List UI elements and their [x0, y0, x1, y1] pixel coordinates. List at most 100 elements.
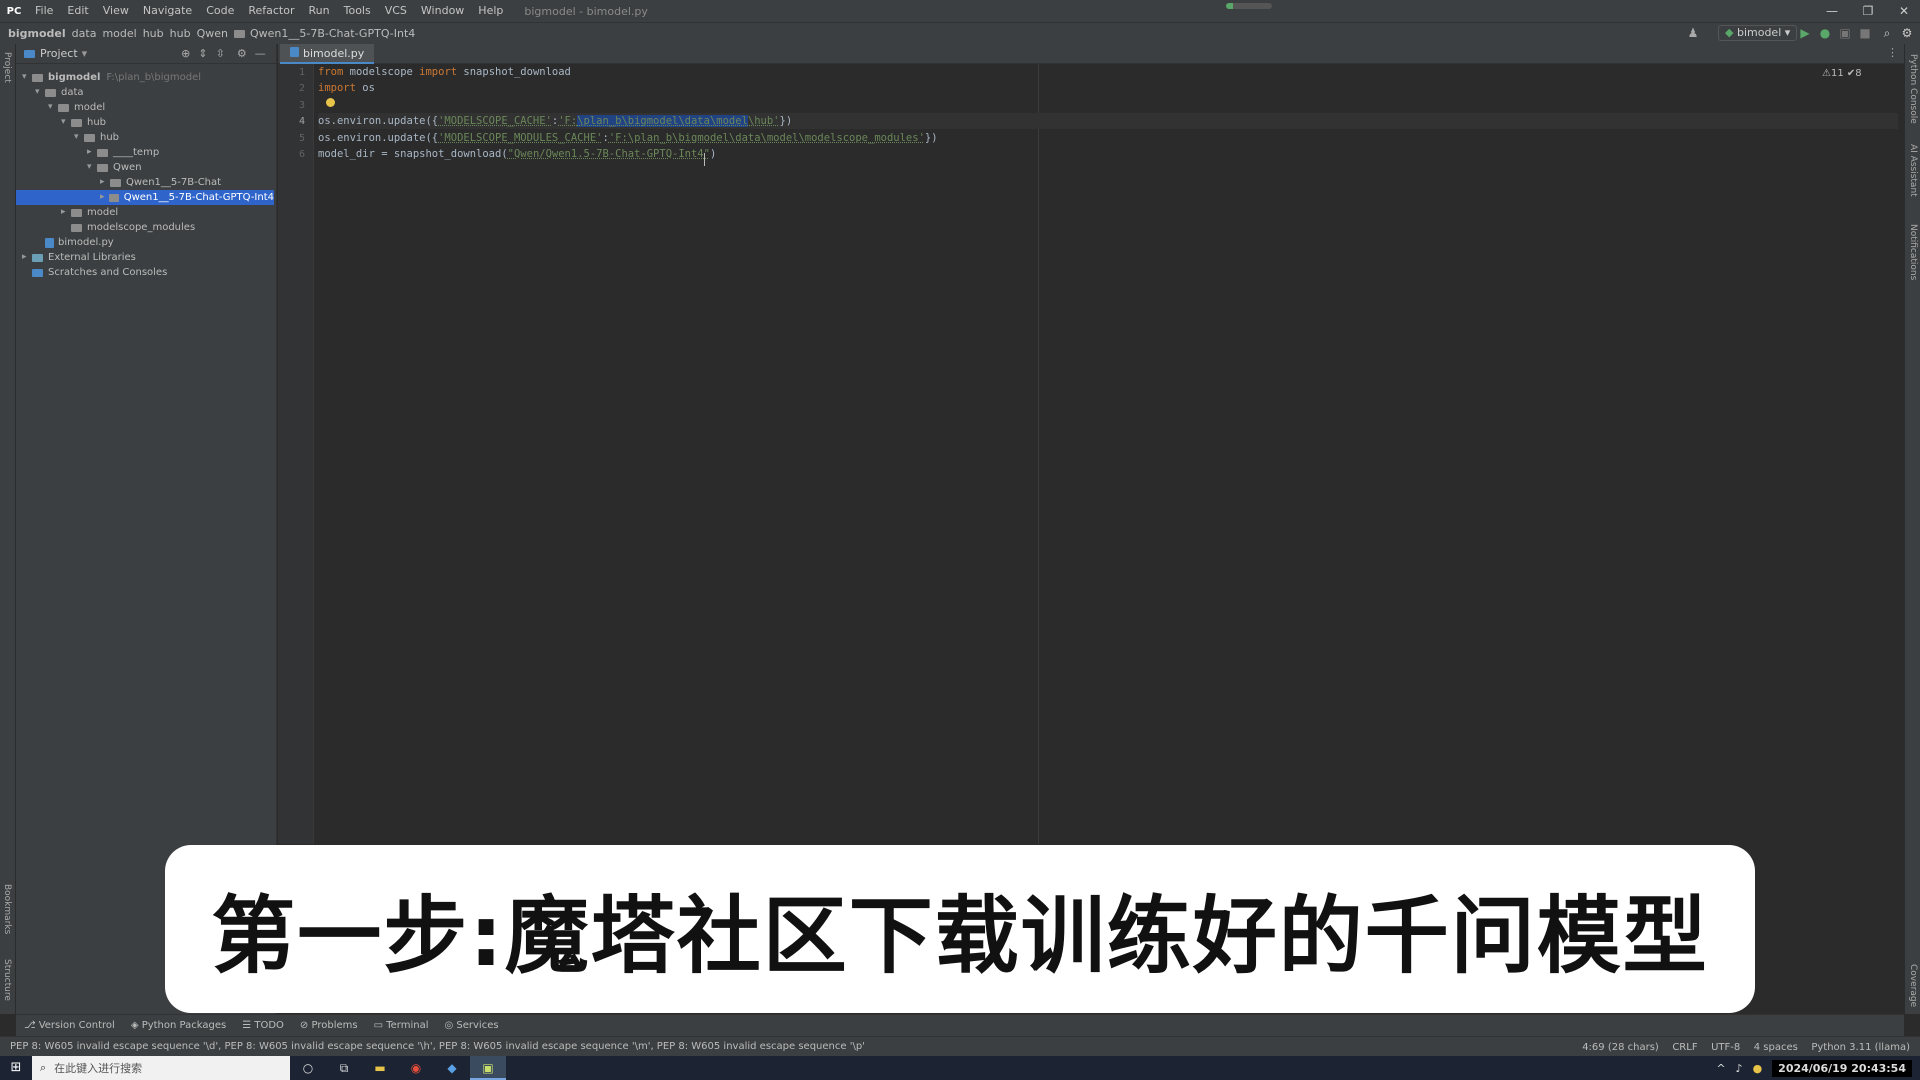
chevron-down-icon[interactable]: ▾: [48, 100, 58, 115]
menu-run[interactable]: Run: [302, 0, 337, 22]
breadcrumb-item[interactable]: hub: [170, 27, 191, 40]
microphone-icon[interactable]: ♪: [1736, 1062, 1743, 1075]
services-tab[interactable]: ◎ Services: [444, 1020, 498, 1031]
tree-item[interactable]: bimodel.py: [16, 235, 114, 250]
close-button[interactable]: ✕: [1886, 0, 1920, 22]
task-view-icon[interactable]: ⧉: [326, 1056, 362, 1080]
search-icon[interactable]: ⌕: [1878, 24, 1896, 42]
chevron-right-icon[interactable]: ▸: [100, 175, 110, 190]
menu-code[interactable]: Code: [199, 0, 241, 22]
app-icon[interactable]: ◆: [434, 1056, 470, 1080]
version-control-tab[interactable]: ⎇ Version Control: [24, 1020, 115, 1031]
caret-position[interactable]: 4:69 (28 chars): [1582, 1042, 1659, 1053]
chevron-down-icon[interactable]: ▾: [74, 130, 84, 145]
tree-item[interactable]: ▸ External Libraries: [16, 250, 136, 265]
menu-window[interactable]: Window: [414, 0, 471, 22]
chevron-down-icon[interactable]: ▾: [87, 160, 97, 175]
menu-navigate[interactable]: Navigate: [136, 0, 199, 22]
menu-view[interactable]: View: [96, 0, 136, 22]
minimize-button[interactable]: —: [1814, 0, 1850, 22]
editor-tab-bimodel[interactable]: bimodel.py: [280, 44, 375, 64]
tree-item[interactable]: ▾ data: [16, 85, 84, 100]
notifications-tool-button[interactable]: Notifications: [1908, 224, 1918, 280]
line-number: 5: [298, 133, 305, 144]
menu-file[interactable]: File: [28, 0, 60, 22]
background-task-progress[interactable]: [1226, 3, 1272, 9]
line-separator[interactable]: CRLF: [1672, 1042, 1697, 1053]
status-message[interactable]: PEP 8: W605 invalid escape sequence '\d'…: [10, 1041, 865, 1052]
breadcrumb-item[interactable]: hub: [143, 27, 164, 40]
tree-item[interactable]: modelscope_modules: [16, 220, 195, 235]
breadcrumb-item[interactable]: Qwen: [197, 27, 228, 40]
python-packages-tab[interactable]: ◈ Python Packages: [131, 1020, 226, 1031]
chevron-right-icon[interactable]: ▸: [87, 145, 97, 160]
tree-item[interactable]: ▸ Qwen1__5-7B-Chat-GPTQ-Int4: [16, 190, 274, 205]
menu-vcs[interactable]: VCS: [378, 0, 414, 22]
ai-assistant-tool-button[interactable]: AI Assistant: [1908, 144, 1918, 197]
project-header-label[interactable]: Project: [40, 47, 78, 60]
chevron-down-icon[interactable]: ▾: [22, 70, 32, 85]
coverage-icon[interactable]: ▣: [1836, 24, 1854, 42]
menu-refactor[interactable]: Refactor: [241, 0, 301, 22]
tree-item[interactable]: ▾ bigmodel F:\plan_b\bigmodel: [16, 70, 201, 85]
code-editor[interactable]: from modelscope import snapshot_download…: [318, 64, 1898, 844]
file-encoding[interactable]: UTF-8: [1711, 1042, 1740, 1053]
gear-icon[interactable]: ⚙: [237, 47, 247, 60]
run-icon[interactable]: ▶: [1796, 24, 1814, 42]
tree-item[interactable]: ▸ Qwen1__5-7B-Chat: [16, 175, 221, 190]
tray-app-icon[interactable]: ●: [1753, 1062, 1763, 1075]
menu-help[interactable]: Help: [471, 0, 510, 22]
chevron-down-icon[interactable]: ▾: [82, 47, 88, 60]
expand-all-icon[interactable]: ⇕: [198, 47, 207, 60]
collapse-all-icon[interactable]: ⇳: [216, 47, 225, 60]
maximize-button[interactable]: ❐: [1850, 0, 1886, 22]
pycharm-taskbar-icon[interactable]: ▣: [470, 1056, 506, 1080]
pycharm-icon[interactable]: PC: [0, 6, 28, 17]
tree-item[interactable]: ▸ ____temp: [16, 145, 159, 160]
chevron-up-icon[interactable]: ^: [1716, 1062, 1725, 1075]
tree-item[interactable]: ▾ Qwen: [16, 160, 142, 175]
problems-tab[interactable]: ⊘ Problems: [300, 1020, 358, 1031]
tree-item[interactable]: ▾ model: [16, 100, 105, 115]
debug-icon[interactable]: ●: [1816, 24, 1834, 42]
coverage-tool-button[interactable]: Coverage: [1908, 964, 1918, 1007]
terminal-tab[interactable]: ▭ Terminal: [374, 1020, 429, 1031]
project-tool-button[interactable]: Project: [2, 52, 12, 83]
gear-icon[interactable]: ⚙: [1898, 24, 1916, 42]
menu-edit[interactable]: Edit: [60, 0, 95, 22]
todo-tab[interactable]: ☰ TODO: [242, 1020, 284, 1031]
interpreter-selector[interactable]: Python 3.11 (llama): [1811, 1042, 1910, 1053]
lightbulb-icon[interactable]: [326, 98, 335, 107]
tree-item[interactable]: ▾ hub: [16, 130, 119, 145]
taskbar-search[interactable]: ⌕ 在此键入进行搜索: [32, 1056, 290, 1080]
breadcrumb-project[interactable]: bigmodel: [8, 27, 66, 40]
more-icon[interactable]: ⋮: [1887, 46, 1898, 59]
chevron-down-icon[interactable]: ▾: [61, 115, 71, 130]
chevron-right-icon[interactable]: ▸: [22, 250, 32, 265]
chevron-down-icon[interactable]: ▾: [35, 85, 45, 100]
bookmarks-tool-button[interactable]: Bookmarks: [2, 884, 12, 934]
locate-icon[interactable]: ⊕: [181, 47, 190, 60]
stop-icon[interactable]: ■: [1856, 24, 1874, 42]
vcs-user-icon[interactable]: ♟: [1684, 24, 1702, 42]
menu-tools[interactable]: Tools: [337, 0, 378, 22]
tree-item[interactable]: ▾ hub: [16, 115, 106, 130]
windows-start-icon[interactable]: ⊞: [0, 1056, 32, 1080]
indent-setting[interactable]: 4 spaces: [1754, 1042, 1798, 1053]
hide-panel-icon[interactable]: —: [255, 47, 266, 60]
cortana-icon[interactable]: ○: [290, 1056, 326, 1080]
tree-item[interactable]: Scratches and Consoles: [16, 265, 167, 280]
python-console-tool-button[interactable]: Python Console: [1908, 54, 1918, 124]
breadcrumb-item[interactable]: data: [72, 27, 97, 40]
run-config-selector[interactable]: ◆ bimodel ▾: [1718, 25, 1798, 41]
chevron-right-icon[interactable]: ▸: [61, 205, 71, 220]
tree-item[interactable]: ▸ model: [16, 205, 118, 220]
chrome-icon[interactable]: ◉: [398, 1056, 434, 1080]
chevron-right-icon[interactable]: ▸: [100, 190, 109, 205]
inspection-widget[interactable]: ⚠11 ✔8: [1822, 68, 1862, 79]
clock[interactable]: 2024/06/19 20:43:54: [1772, 1059, 1912, 1077]
file-explorer-icon[interactable]: ▬: [362, 1056, 398, 1080]
breadcrumb-item[interactable]: Qwen1__5-7B-Chat-GPTQ-Int4: [250, 27, 415, 40]
structure-tool-button[interactable]: Structure: [2, 959, 12, 1001]
breadcrumb-item[interactable]: model: [102, 27, 136, 40]
